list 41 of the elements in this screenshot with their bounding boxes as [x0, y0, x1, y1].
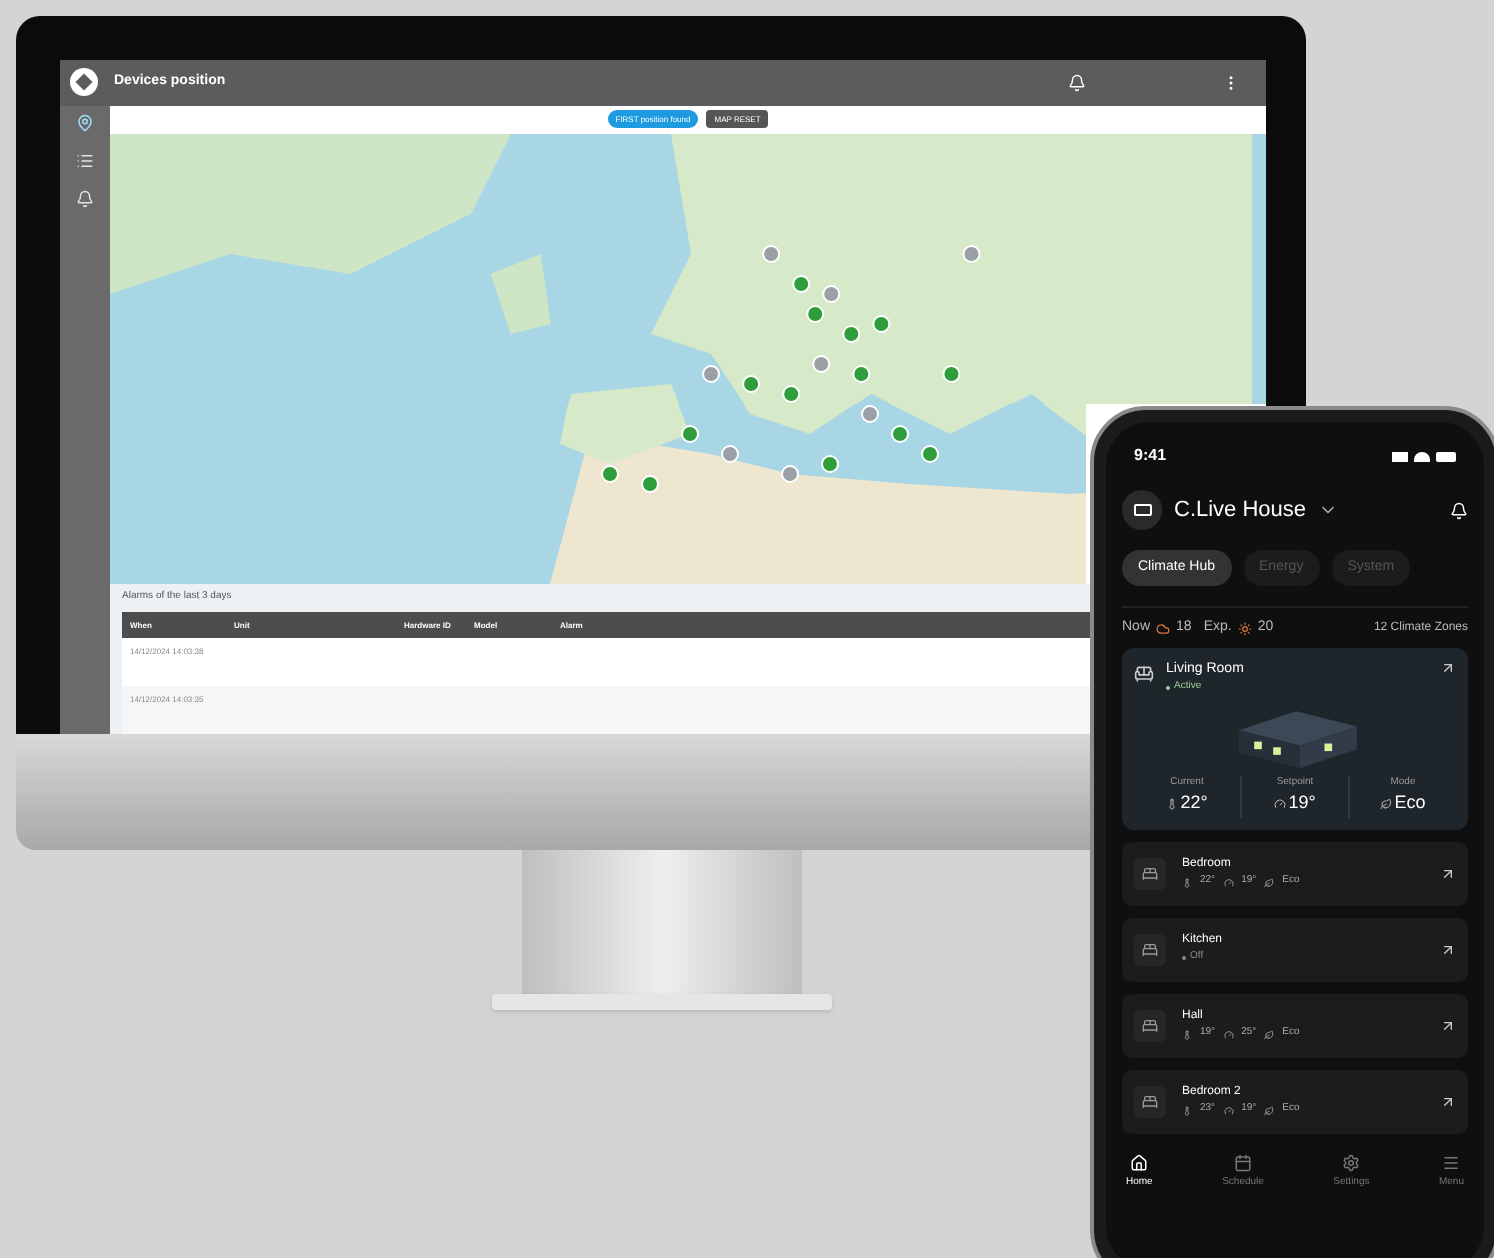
menu-icon — [1442, 1153, 1461, 1171]
home-name[interactable]: C.Live House — [1174, 493, 1307, 527]
list-icon[interactable] — [76, 151, 94, 169]
bell-icon[interactable] — [76, 189, 94, 207]
setpoint-icon — [1223, 1029, 1234, 1039]
bed-icon — [1142, 865, 1158, 881]
stat-value: 22° — [1180, 790, 1208, 816]
open-arrow-icon[interactable] — [1440, 941, 1456, 957]
setpoint-icon — [1223, 877, 1234, 887]
home-icon — [1130, 1153, 1149, 1171]
thermometer-icon — [1182, 1029, 1192, 1039]
stat-value: Eco — [1394, 790, 1426, 816]
bed-icon — [1142, 1017, 1158, 1033]
leaf-icon — [1264, 1029, 1275, 1039]
open-arrow-icon[interactable] — [1440, 1093, 1456, 1109]
sun-icon — [1237, 621, 1252, 636]
leaf-icon — [1380, 797, 1393, 810]
bed-icon — [1142, 941, 1158, 957]
thermometer-icon — [1182, 1105, 1192, 1115]
weather-icon — [1156, 621, 1171, 636]
pin-icon[interactable] — [76, 113, 94, 131]
gauge-icon — [1274, 797, 1287, 810]
notification-icon[interactable] — [1068, 73, 1086, 92]
bed-icon — [1142, 1093, 1158, 1109]
open-arrow-icon[interactable] — [1440, 659, 1456, 675]
open-arrow-icon[interactable] — [1440, 865, 1456, 881]
status-time: 9:41 — [1134, 444, 1167, 468]
sofa-icon — [1134, 663, 1154, 683]
settings-icon — [1342, 1153, 1361, 1171]
status-icons — [1392, 451, 1456, 461]
leaf-icon — [1264, 877, 1275, 887]
thermometer-icon — [1166, 797, 1179, 810]
leaf-icon — [1264, 1105, 1275, 1115]
open-arrow-icon[interactable] — [1440, 1017, 1456, 1033]
thermometer-icon — [1182, 877, 1192, 887]
setpoint-icon — [1223, 1105, 1234, 1115]
logo-icon — [70, 68, 98, 97]
stat-value: 19° — [1288, 790, 1316, 816]
notification-icon[interactable] — [1450, 501, 1468, 519]
calendar-icon — [1234, 1153, 1252, 1171]
home-icon-tile — [1122, 490, 1162, 530]
